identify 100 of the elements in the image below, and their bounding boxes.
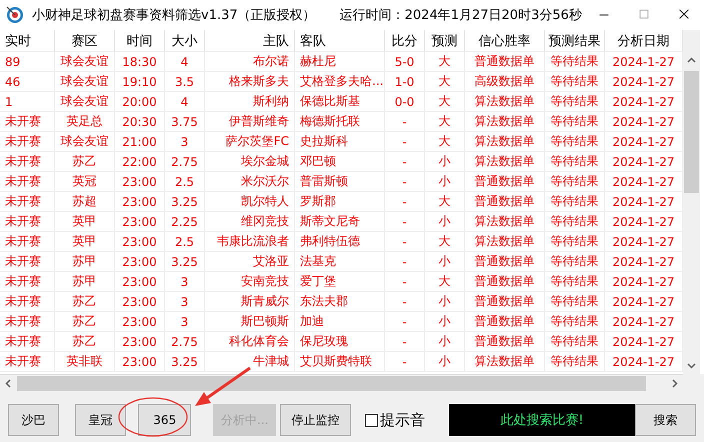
table-cell: - [385, 152, 425, 172]
table-cell: 未开赛 [0, 232, 55, 252]
circle-annotation [118, 397, 188, 437]
table-cell: 0-0 [385, 92, 425, 112]
table-cell: 23:00 [115, 272, 165, 292]
column-header[interactable]: 赛区 [55, 30, 115, 52]
table-cell: 23:00 [115, 192, 165, 212]
table-cell: 普雷斯顿 [295, 172, 385, 192]
toolbar-button[interactable]: 停止监控 [280, 404, 351, 436]
table-cell: 20:00 [115, 92, 165, 112]
table-cell: 球会友谊 [55, 132, 115, 152]
table-cell: 斯青威尔 [205, 292, 295, 312]
table-cell: 苏乙 [55, 312, 115, 332]
table-cell: 等待结果 [545, 72, 605, 92]
table-cell: 未开赛 [0, 332, 55, 352]
table-cell: 等待结果 [545, 52, 605, 72]
table-cell: 算法数据单 [465, 132, 545, 152]
column-header[interactable]: 预测 [425, 30, 465, 52]
table-cell: 22:00 [115, 152, 165, 172]
search-banner[interactable]: 此处搜索比赛! [448, 404, 636, 436]
table-cell: 普通数据单 [465, 192, 545, 212]
table-cell: 3 [165, 272, 205, 292]
table-cell: 小 [425, 172, 465, 192]
table-cell: 等待结果 [545, 192, 605, 212]
table-cell: 球会友谊 [55, 52, 115, 72]
target-icon [6, 6, 24, 24]
table-cell: 普通数据单 [465, 332, 545, 352]
table-cell: 米尔沃尔 [205, 172, 295, 192]
table-cell: 算法数据单 [465, 232, 545, 252]
table-cell: 2.5 [165, 172, 205, 192]
table-cell: 斯巴顿斯 [205, 312, 295, 332]
scrollbar-thumb[interactable] [684, 71, 699, 193]
column-header[interactable]: 客队 [295, 30, 385, 52]
table-cell: 大 [425, 232, 465, 252]
table-cell: 等待结果 [545, 172, 605, 192]
column-header[interactable]: 比分 [385, 30, 425, 52]
table-cell: 埃尔金城 [205, 152, 295, 172]
table-cell: 未开赛 [0, 192, 55, 212]
table-cell: 23:00 [115, 232, 165, 252]
table-cell: - [385, 172, 425, 192]
table-cell: 苏甲 [55, 272, 115, 292]
table-cell: 未开赛 [0, 212, 55, 232]
table-cell: - [385, 192, 425, 212]
table-cell: 普通数据单 [465, 252, 545, 272]
checkbox-label[interactable]: 提示音 [380, 410, 425, 430]
arrow-annotation [195, 366, 251, 406]
table-cell: 19:10 [115, 72, 165, 92]
toolbar-button[interactable]: 沙巴 [8, 404, 60, 436]
table-cell: 23:00 [115, 212, 165, 232]
toolbar-button[interactable]: 皇冠 [75, 404, 126, 436]
table-cell: 3.25 [165, 192, 205, 212]
table-cell: 英冠 [55, 172, 115, 192]
window-title: 小财神足球初盘赛事资料筛选v1.37（正版授权） [32, 7, 316, 24]
table-cell: 小 [425, 292, 465, 312]
table-cell: 46 [0, 72, 55, 92]
column-header[interactable]: 实时 [0, 30, 55, 52]
table-cell: 苏乙 [55, 152, 115, 172]
scrollbar-thumb[interactable] [17, 376, 646, 391]
table-cell: 3.75 [165, 112, 205, 132]
table-cell: 4 [165, 52, 205, 72]
table-cell: 小 [425, 152, 465, 172]
table-cell: 邓巴顿 [295, 152, 385, 172]
table-cell: 大 [425, 72, 465, 92]
table-cell: 等待结果 [545, 92, 605, 112]
column-header[interactable]: 预测结果 [545, 30, 605, 52]
table-cell: 艾贝斯费特联 [295, 352, 385, 372]
table-cell: 等待结果 [545, 232, 605, 252]
table-cell: - [385, 232, 425, 252]
table-cell: 2.5 [165, 232, 205, 252]
column-header[interactable]: 大小 [165, 30, 205, 52]
table-cell: - [385, 332, 425, 352]
table-cell: 史拉斯科 [295, 132, 385, 152]
table-cell: 3 [165, 132, 205, 152]
table-cell: 韦康比流浪者 [205, 232, 295, 252]
table-cell: 23:00 [115, 292, 165, 312]
table-cell: 艾洛亚 [205, 252, 295, 272]
table-cell: 罗斯郡 [295, 192, 385, 212]
table-cell: 大 [425, 192, 465, 212]
toolbar-button[interactable]: 365 [138, 404, 192, 436]
table-cell: 23:00 [115, 352, 165, 372]
table-cell: 算法数据单 [465, 352, 545, 372]
table-cell: 高级数据单 [465, 72, 545, 92]
table-cell: 英甲 [55, 232, 115, 252]
table-cell: 1-0 [385, 72, 425, 92]
table-cell: 斯利纳 [205, 92, 295, 112]
table-cell: 球会友谊 [55, 72, 115, 92]
table-cell: 未开赛 [0, 252, 55, 272]
column-header[interactable]: 时间 [115, 30, 165, 52]
table-cell: 小 [425, 332, 465, 352]
table-cell: 英足总 [55, 112, 115, 132]
table-cell: 凯尔特人 [205, 192, 295, 212]
search-button[interactable]: 搜索 [635, 404, 696, 436]
table-cell: 等待结果 [545, 152, 605, 172]
checkbox[interactable] [364, 414, 378, 426]
column-header[interactable]: 主队 [205, 30, 295, 52]
table-cell: 未开赛 [0, 352, 55, 372]
table-cell: 牛津城 [205, 352, 295, 372]
table-cell: 英非联 [55, 352, 115, 372]
column-header[interactable]: 信心胜率 [465, 30, 545, 52]
table-cell: 安南竞技 [205, 272, 295, 292]
